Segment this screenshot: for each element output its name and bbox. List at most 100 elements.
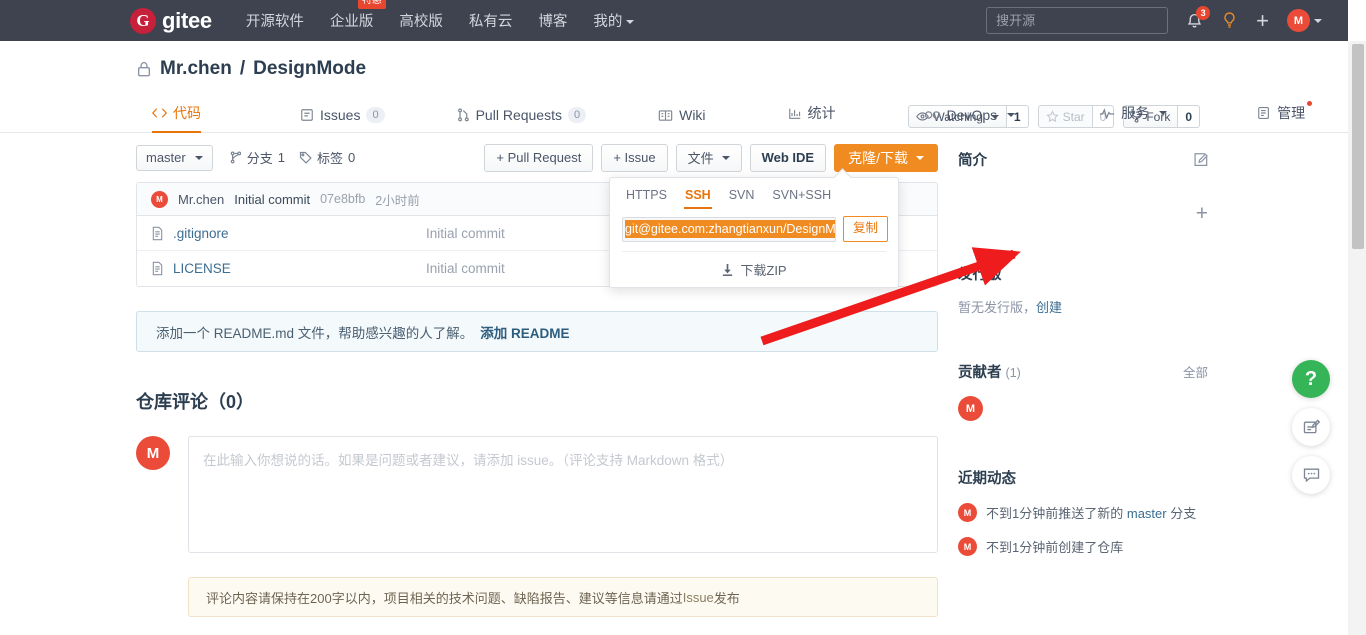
contributors-view-all[interactable]: 全部	[1183, 362, 1208, 381]
comment-icon[interactable]	[1292, 456, 1330, 494]
tab-issues[interactable]: Issues 0	[300, 106, 385, 132]
issue-icon	[301, 109, 313, 121]
activity-text-before: 创建了仓库	[1058, 540, 1124, 555]
tab-manage[interactable]: 管理	[1257, 101, 1313, 132]
copy-button[interactable]: 复制	[842, 216, 888, 242]
branches-link[interactable]: 分支 1	[230, 148, 285, 167]
tab-code[interactable]: 代码	[152, 103, 201, 133]
web-ide-button[interactable]: Web IDE	[749, 143, 827, 172]
tab-services-label: 服务	[1121, 105, 1150, 121]
download-zip-label: 下载ZIP	[740, 263, 787, 278]
tags-link[interactable]: 标签 0	[299, 148, 355, 167]
file-name[interactable]: LICENSE	[173, 261, 426, 276]
clone-url-input[interactable]: git@gitee.com:zhangtianxun/DesignM	[622, 216, 836, 242]
avatar[interactable]: M	[958, 396, 983, 421]
file-name[interactable]: .gitignore	[173, 226, 426, 241]
new-pull-request-button[interactable]: + Pull Request	[484, 143, 594, 172]
create-release-link[interactable]: 创建	[1036, 300, 1062, 315]
file-icon	[151, 226, 164, 241]
repository-meta-links: 分支 1 标签 0	[230, 148, 355, 167]
tags-count: 0	[348, 150, 356, 165]
new-issue-button[interactable]: + Issue	[601, 143, 668, 172]
chevron-down-icon	[916, 155, 924, 160]
tab-issues-label: Issues	[320, 106, 361, 123]
clone-download-button[interactable]: 克隆/下载	[834, 143, 938, 172]
clone-tab-svn[interactable]: SVN	[729, 188, 755, 209]
list-item: M 不到1分钟前推送了新的 master 分支	[958, 503, 1208, 522]
navbar-right-actions: 3 + M	[986, 5, 1322, 34]
page-title: Mr.chen / DesignMode	[136, 58, 366, 80]
tab-services[interactable]: 服务	[1099, 103, 1168, 132]
clone-download-label: 克隆/下载	[848, 149, 908, 166]
notifications-button[interactable]: 3	[1186, 5, 1211, 30]
search-input[interactable]	[986, 7, 1169, 34]
activity-branch-link[interactable]: master	[1127, 506, 1167, 521]
repo-name-link[interactable]: DesignMode	[253, 58, 366, 80]
gitee-logo-mark: G	[130, 7, 156, 34]
manage-icon	[1258, 107, 1270, 119]
floating-action-buttons: ?	[1292, 360, 1330, 494]
commit-sha[interactable]: 07e8bfb	[320, 192, 365, 206]
lock-icon	[136, 60, 152, 78]
clone-url-row: git@gitee.com:zhangtianxun/DesignM 复制	[610, 209, 898, 251]
tab-pull-requests[interactable]: Pull Requests 0	[457, 106, 587, 132]
avatar: M	[958, 503, 977, 522]
nav-link-enterprise[interactable]: 特惠 企业版	[330, 0, 386, 31]
suggestion-bulb-button[interactable]	[1221, 11, 1238, 30]
releases-empty-text: 暂无发行版，	[958, 300, 1037, 315]
contributors-title-wrap: 贡献者 (1)	[958, 361, 1021, 382]
create-new-button[interactable]: +	[1256, 9, 1269, 32]
tab-devops[interactable]: DevOps	[924, 107, 1016, 132]
commit-message[interactable]: Initial commit	[234, 192, 310, 207]
help-icon[interactable]: ?	[1292, 360, 1330, 398]
issue-link[interactable]: Issue	[683, 590, 714, 605]
nav-link-blog[interactable]: 博客	[538, 10, 567, 31]
readme-prompt: 添加一个 README.md 文件，帮助感兴趣的人了解。 添加 README	[136, 311, 938, 352]
nav-link-mine[interactable]: 我的	[593, 10, 635, 31]
sidebar-section-activity: 近期动态 M 不到1分钟前推送了新的 master 分支 M 不到1分钟前创建了…	[958, 451, 1208, 556]
branch-selector[interactable]: master	[136, 144, 213, 171]
scrollbar-thumb[interactable]	[1352, 44, 1364, 249]
nav-link-privatecloud[interactable]: 私有云	[469, 10, 513, 31]
download-zip-button[interactable]: 下载ZIP	[610, 252, 898, 287]
plus-icon[interactable]: +	[1196, 203, 1208, 224]
infinity-icon	[924, 111, 940, 119]
edit-icon[interactable]	[1193, 152, 1208, 167]
avatar: M	[1287, 9, 1310, 32]
pr-icon	[457, 108, 469, 122]
nav-link-mine-label: 我的	[593, 14, 623, 30]
clone-download-popover: HTTPS SSH SVN SVN+SSH git@gitee.com:zhan…	[609, 177, 899, 288]
tab-issues-count: 0	[366, 106, 385, 123]
tab-statistics[interactable]: 统计	[788, 103, 836, 132]
clone-tab-ssh[interactable]: SSH	[683, 188, 712, 209]
branch-icon	[230, 151, 241, 164]
nav-link-education[interactable]: 高校版	[399, 10, 443, 31]
clone-protocol-tabs: HTTPS SSH SVN SVN+SSH	[610, 178, 898, 209]
feedback-edit-icon[interactable]	[1292, 408, 1330, 446]
comment-input[interactable]	[188, 436, 938, 553]
chart-icon	[788, 108, 800, 119]
file-menu-button[interactable]: 文件	[675, 143, 742, 172]
contributors-title: 贡献者	[958, 365, 1002, 381]
gitee-logo[interactable]: G gitee	[130, 7, 212, 34]
repo-owner-link[interactable]: Mr.chen	[160, 58, 232, 80]
clone-tab-svn-ssh[interactable]: SVN+SSH	[772, 188, 831, 209]
chevron-down-icon	[1159, 111, 1168, 115]
nav-link-opensource[interactable]: 开源软件	[246, 10, 304, 31]
branches-label: 分支	[246, 151, 273, 166]
add-readme-link[interactable]: 添加 README	[480, 322, 569, 342]
gitee-repository-page: G gitee 开源软件 特惠 企业版 高校版 私有云 博客 我的 搜开源 3 …	[0, 0, 1366, 635]
manage-notification-dot	[1307, 101, 1313, 106]
avatar: M	[136, 436, 170, 470]
pulse-icon	[1100, 107, 1115, 119]
contributors-count: (1)	[1005, 366, 1021, 380]
file-commit-message: Initial commit	[426, 261, 505, 276]
clone-tab-https[interactable]: HTTPS	[626, 188, 667, 209]
commit-author[interactable]: Mr.chen	[178, 192, 224, 207]
user-menu-button[interactable]: M	[1287, 9, 1322, 32]
tab-wiki[interactable]: Wiki	[658, 107, 706, 132]
chevron-down-icon	[1314, 18, 1322, 23]
clone-url-value: git@gitee.com:zhangtianxun/DesignM	[625, 220, 836, 238]
intro-title: 简介	[958, 153, 987, 169]
page-scrollbar[interactable]	[1348, 41, 1366, 635]
